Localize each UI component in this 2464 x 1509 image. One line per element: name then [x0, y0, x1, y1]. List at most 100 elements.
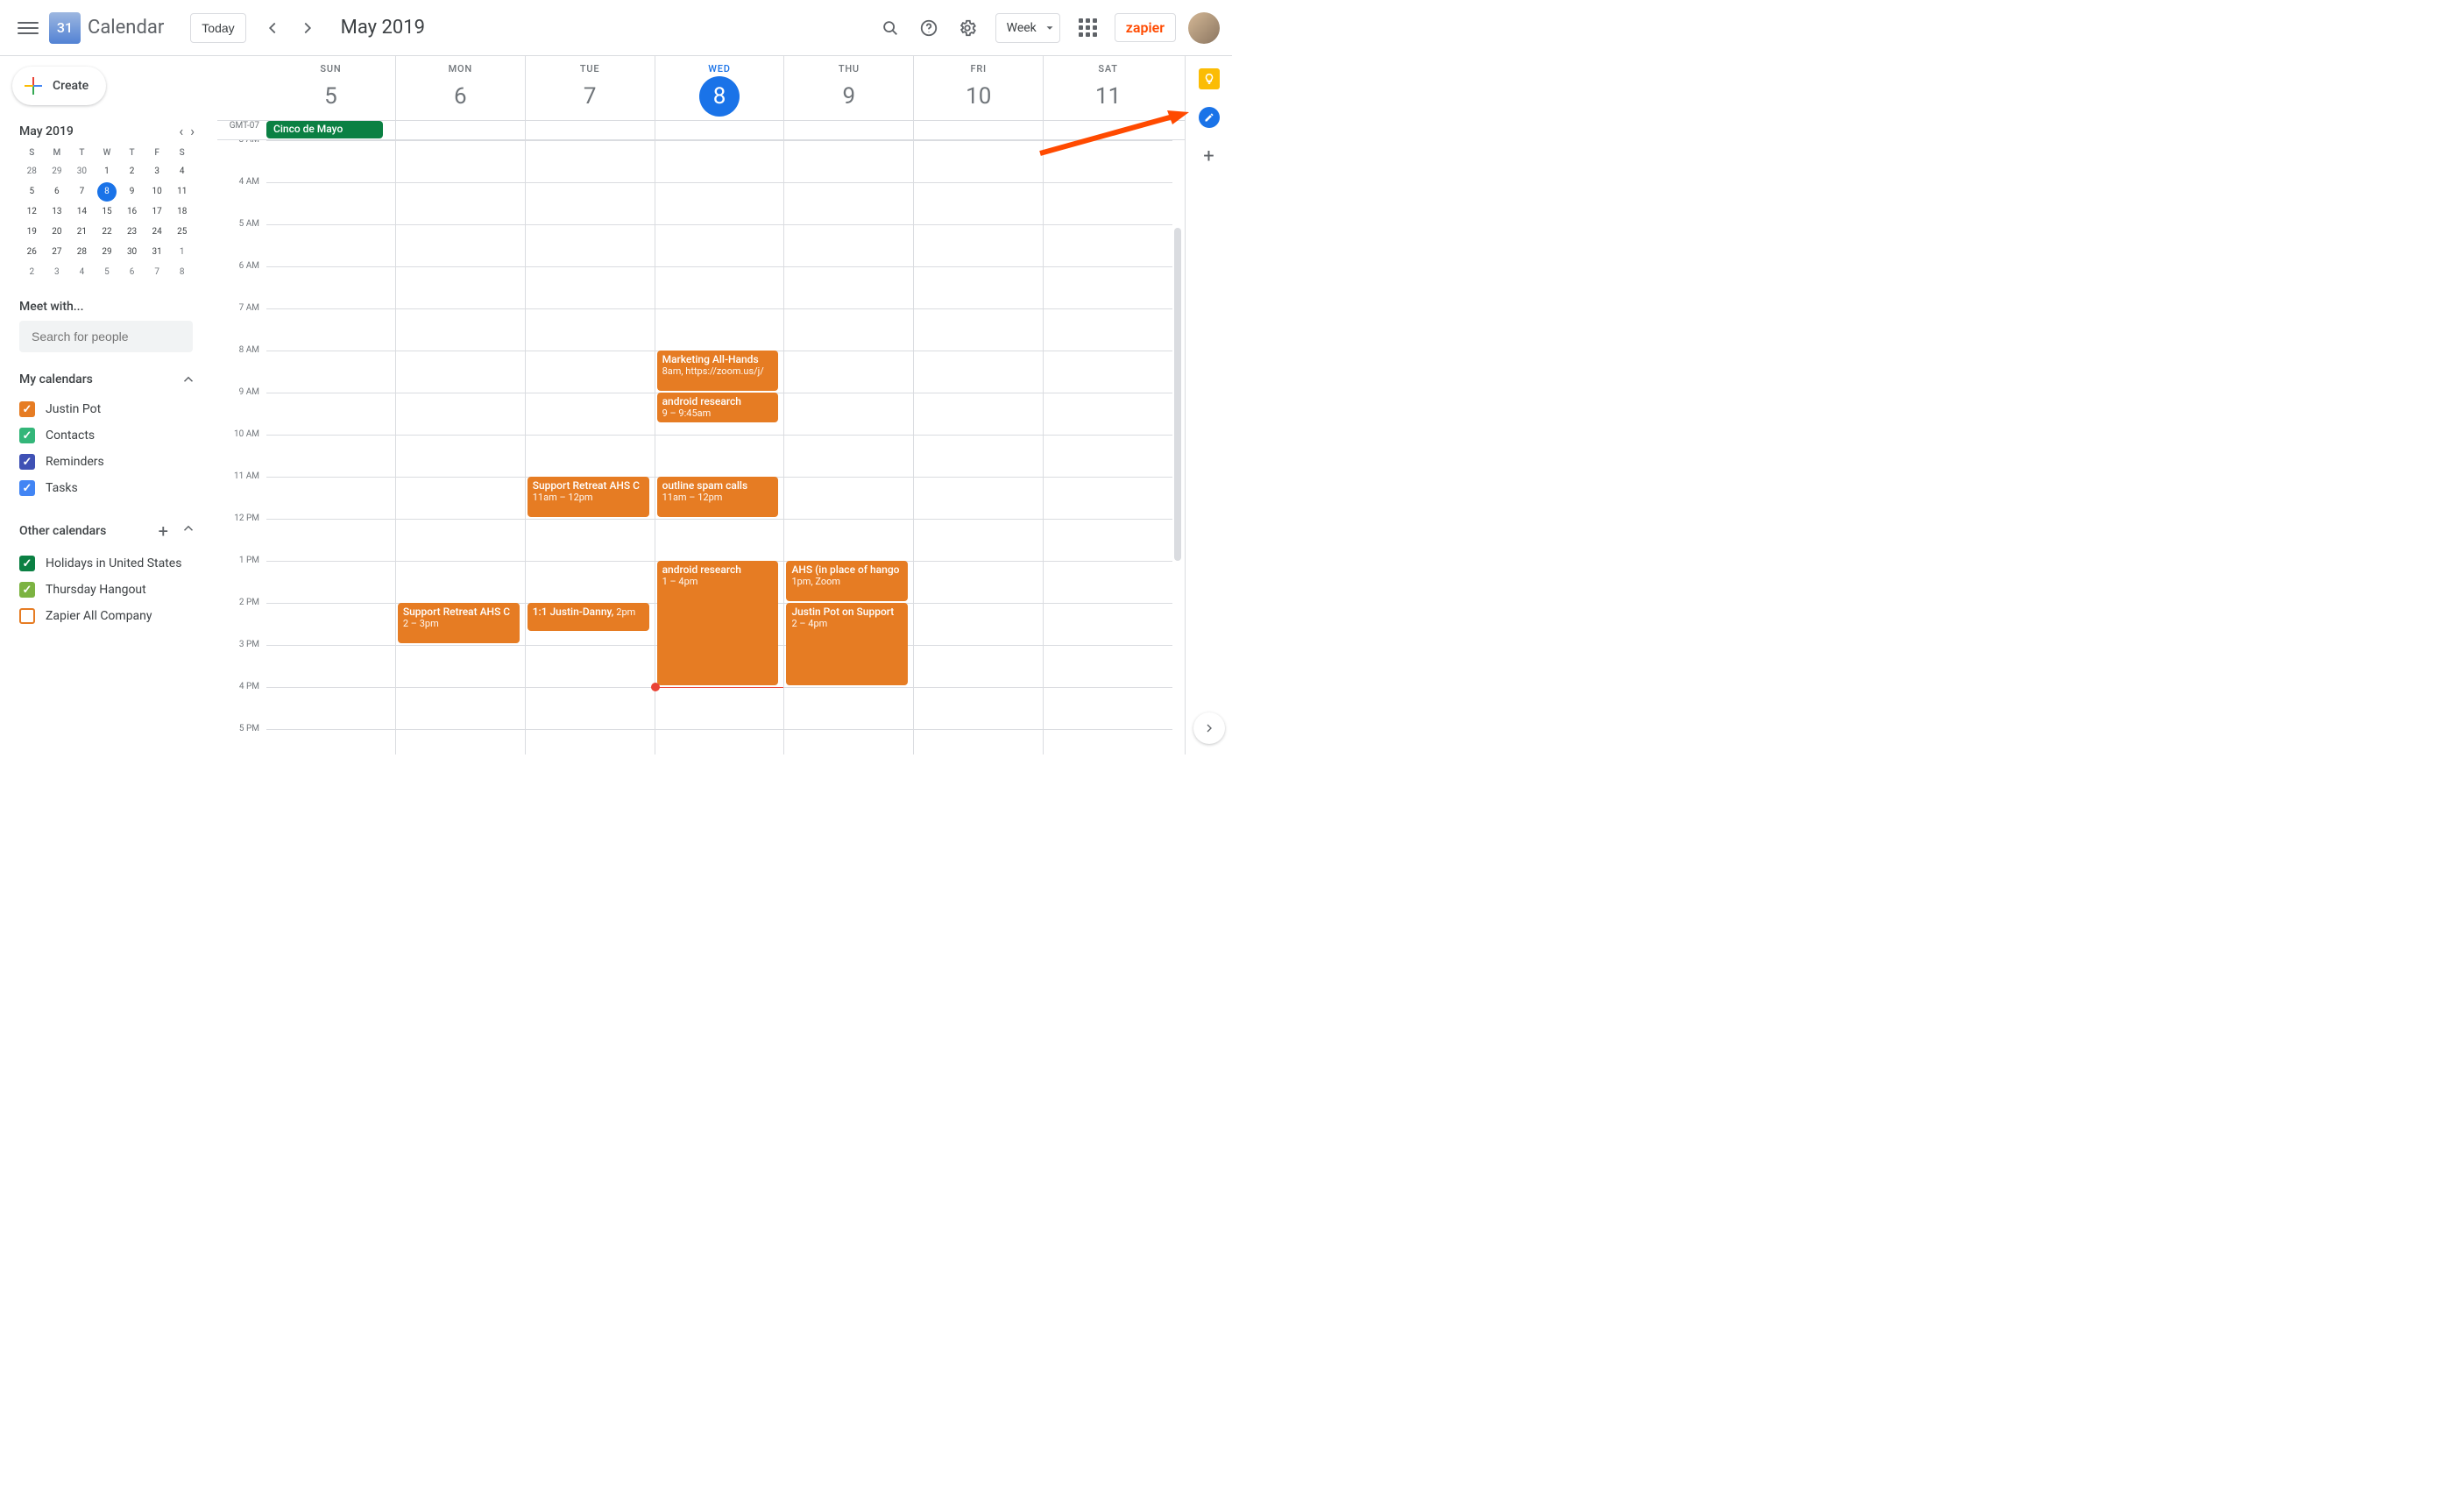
mini-day[interactable]: 27 — [45, 242, 70, 262]
checkbox-icon[interactable]: ✓ — [19, 480, 35, 496]
mini-day[interactable]: 29 — [45, 161, 70, 181]
day-header[interactable]: SUN5 — [266, 56, 395, 120]
checkbox-icon[interactable] — [19, 608, 35, 624]
mini-next-button[interactable]: › — [190, 123, 195, 139]
mini-day[interactable]: 1 — [95, 161, 120, 181]
mini-day[interactable]: 5 — [19, 181, 45, 202]
event[interactable]: android research9 – 9:45am — [657, 393, 779, 422]
day-header[interactable]: SAT11 — [1043, 56, 1172, 120]
search-people-input[interactable] — [19, 321, 193, 352]
mini-day[interactable]: 14 — [69, 202, 95, 222]
checkbox-icon[interactable]: ✓ — [19, 454, 35, 470]
day-header[interactable]: TUE7 — [525, 56, 655, 120]
create-button[interactable]: Create — [12, 67, 106, 105]
mini-day[interactable]: 2 — [119, 161, 145, 181]
day-header[interactable]: FRI10 — [913, 56, 1043, 120]
mini-day[interactable]: 24 — [145, 222, 170, 242]
mini-day[interactable]: 26 — [19, 242, 45, 262]
mini-day[interactable]: 22 — [95, 222, 120, 242]
day-column[interactable]: Support Retreat AHS C2 – 3pm — [395, 140, 525, 754]
search-button[interactable] — [873, 11, 908, 46]
scrollbar[interactable] — [1174, 228, 1181, 561]
mini-day[interactable]: 5 — [95, 262, 120, 282]
mini-day[interactable]: 23 — [119, 222, 145, 242]
allday-cell[interactable] — [655, 121, 784, 139]
day-column[interactable]: Marketing All-Hands8am, https://zoom.us/… — [655, 140, 784, 754]
google-apps-button[interactable] — [1071, 11, 1106, 46]
mini-day[interactable]: 30 — [119, 242, 145, 262]
mini-day[interactable]: 12 — [19, 202, 45, 222]
mini-day[interactable]: 1 — [169, 242, 195, 262]
calendar-item[interactable]: ✓Justin Pot — [9, 396, 200, 422]
keep-addon-button[interactable] — [1199, 68, 1220, 89]
mini-prev-button[interactable]: ‹ — [179, 123, 183, 139]
account-avatar[interactable] — [1188, 12, 1220, 44]
mini-day[interactable]: 21 — [69, 222, 95, 242]
mini-day[interactable]: 10 — [145, 181, 170, 202]
event[interactable]: Justin Pot on Support2 – 4pm — [786, 603, 908, 685]
view-switcher[interactable]: Week — [995, 13, 1060, 43]
checkbox-icon[interactable]: ✓ — [19, 582, 35, 598]
my-calendars-header[interactable]: My calendars — [19, 372, 200, 387]
checkbox-icon[interactable]: ✓ — [19, 428, 35, 443]
mini-day[interactable]: 8 — [169, 262, 195, 282]
mini-day[interactable]: 7 — [69, 181, 95, 202]
calendar-item[interactable]: ✓Contacts — [9, 422, 200, 449]
mini-day[interactable]: 3 — [145, 161, 170, 181]
mini-day[interactable]: 4 — [69, 262, 95, 282]
mini-day[interactable]: 25 — [169, 222, 195, 242]
event[interactable]: AHS (in place of hango1pm, Zoom — [786, 561, 908, 601]
calendar-item[interactable]: ✓Reminders — [9, 449, 200, 475]
mini-day[interactable]: 28 — [69, 242, 95, 262]
event[interactable]: 1:1 Justin-Danny, 2pm — [527, 603, 649, 631]
calendar-item[interactable]: Zapier All Company — [9, 603, 200, 629]
add-calendar-button[interactable]: + — [159, 521, 168, 542]
mini-day[interactable]: 28 — [19, 161, 45, 181]
mini-day[interactable]: 7 — [145, 262, 170, 282]
mini-day[interactable]: 3 — [45, 262, 70, 282]
day-header[interactable]: WED8 — [655, 56, 784, 120]
mini-day[interactable]: 13 — [45, 202, 70, 222]
mini-day[interactable]: 30 — [69, 161, 95, 181]
mini-day[interactable]: 29 — [95, 242, 120, 262]
mini-day[interactable]: 31 — [145, 242, 170, 262]
allday-cell[interactable] — [1043, 121, 1172, 139]
mini-day[interactable]: 2 — [19, 262, 45, 282]
mini-day[interactable]: 17 — [145, 202, 170, 222]
mini-day[interactable]: 4 — [169, 161, 195, 181]
next-period-button[interactable] — [292, 12, 323, 44]
mini-day[interactable]: 6 — [119, 262, 145, 282]
calendar-item[interactable]: ✓Thursday Hangout — [9, 577, 200, 603]
today-button[interactable]: Today — [190, 13, 245, 43]
day-column[interactable] — [1043, 140, 1172, 754]
calendar-item[interactable]: ✓Holidays in United States — [9, 550, 200, 577]
event[interactable]: Marketing All-Hands8am, https://zoom.us/… — [657, 351, 779, 391]
calendar-logo[interactable]: 31 Calendar — [49, 12, 164, 44]
settings-button[interactable] — [950, 11, 985, 46]
mini-day[interactable]: 9 — [119, 181, 145, 202]
checkbox-icon[interactable]: ✓ — [19, 556, 35, 571]
day-header[interactable]: THU9 — [783, 56, 913, 120]
allday-cell[interactable] — [913, 121, 1043, 139]
prev-period-button[interactable] — [257, 12, 288, 44]
mini-day[interactable]: 20 — [45, 222, 70, 242]
mini-day[interactable]: 16 — [119, 202, 145, 222]
day-column[interactable] — [913, 140, 1043, 754]
other-calendars-header[interactable]: Other calendars + — [19, 521, 200, 542]
checkbox-icon[interactable]: ✓ — [19, 401, 35, 417]
get-addons-button[interactable]: + — [1199, 145, 1220, 166]
event[interactable]: outline spam calls11am – 12pm — [657, 477, 779, 517]
calendar-item[interactable]: ✓Tasks — [9, 475, 200, 501]
day-column[interactable] — [266, 140, 395, 754]
mini-day[interactable]: 18 — [169, 202, 195, 222]
mini-day[interactable]: 15 — [95, 202, 120, 222]
allday-cell[interactable] — [783, 121, 913, 139]
mini-day[interactable]: 8 — [95, 181, 120, 202]
allday-event[interactable]: Cinco de Mayo — [266, 121, 383, 138]
day-column[interactable]: AHS (in place of hango1pm, ZoomJustin Po… — [783, 140, 913, 754]
mini-day[interactable]: 6 — [45, 181, 70, 202]
hide-side-panel-button[interactable] — [1193, 712, 1225, 744]
day-header[interactable]: MON6 — [395, 56, 525, 120]
allday-cell[interactable] — [395, 121, 525, 139]
help-button[interactable] — [911, 11, 946, 46]
